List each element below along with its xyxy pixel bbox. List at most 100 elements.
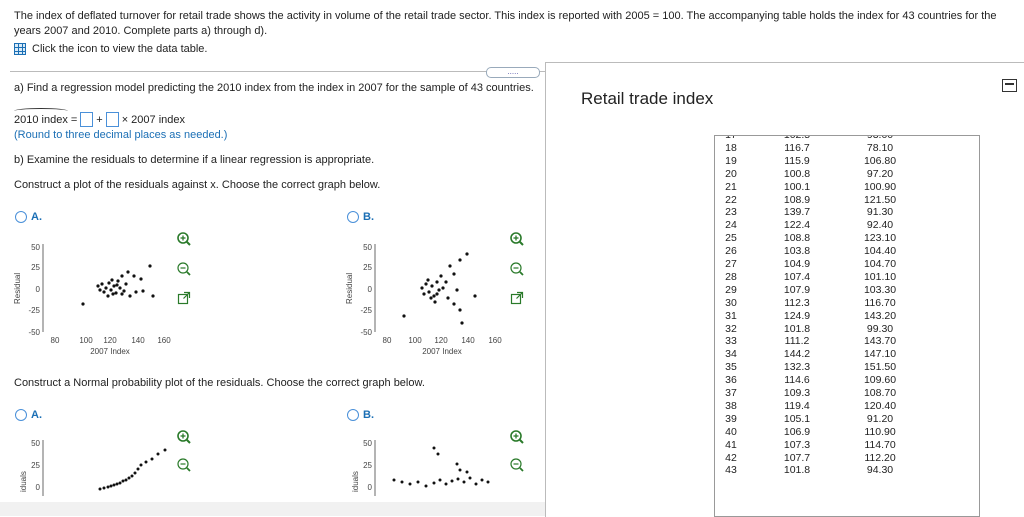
index-2007-cell: 132.3 (783, 361, 811, 374)
row-number-cell: 40 (725, 425, 737, 438)
zoom-out-icon[interactable] (176, 261, 192, 277)
table-row: 33 111.2 143.70 (715, 335, 979, 348)
row-number-cell: 18 (725, 141, 737, 154)
residual-option-b[interactable]: B. (347, 211, 374, 223)
index-2010-cell: 114.70 (864, 438, 896, 451)
row-number-cell: 33 (725, 335, 737, 348)
y-tick: 50 (31, 439, 40, 448)
zoom-in-icon[interactable] (509, 429, 525, 445)
x-tick: 100 (408, 336, 422, 345)
row-number-cell: 42 (725, 451, 737, 464)
y-tick: 0 (368, 483, 373, 492)
radio-button[interactable] (15, 409, 27, 421)
table-row: 37 109.3 108.70 (715, 387, 979, 400)
index-2010-cell: 99.30 (866, 322, 894, 335)
index-2007-cell: 104.9 (783, 258, 811, 270)
y-tick: -50 (28, 328, 40, 337)
y-tick: 25 (31, 263, 40, 272)
data-table-panel: Retail trade index 17 102.5 93.00 18 116.7 78… (545, 62, 1024, 517)
zoom-in-icon[interactable] (176, 429, 192, 445)
table-row: 24 122.4 92.40 (715, 219, 979, 232)
enlarge-icon[interactable] (509, 290, 525, 306)
zoom-out-icon[interactable] (509, 457, 525, 473)
y-axis-label: Residual (345, 273, 354, 304)
data-table-icon[interactable] (14, 43, 26, 55)
index-2010-cell: 103.30 (863, 283, 897, 296)
table-row: 17 102.5 93.00 (715, 135, 979, 142)
table-row: 35 132.3 151.50 (715, 361, 979, 374)
normal-plot-b: iduals 50 25 0 (351, 439, 490, 496)
row-number-cell: 28 (725, 270, 737, 283)
index-2010-cell: 123.10 (863, 232, 897, 245)
row-number-cell: 17 (725, 135, 737, 141)
index-2010-cell: 94.30 (866, 464, 894, 477)
part-c-instruction: Construct a Normal probability plot of t… (14, 377, 425, 389)
option-letter: A. (31, 409, 42, 421)
index-2010-cell: 106.80 (863, 154, 897, 167)
part-b-question: b) Examine the residuals to determine if… (14, 154, 375, 166)
row-number-cell: 23 (725, 206, 737, 219)
table-row: 41 107.3 114.70 (715, 439, 979, 452)
data-table-link-text[interactable]: Click the icon to view the data table. (32, 43, 207, 55)
zoom-in-icon[interactable] (176, 231, 192, 247)
table-row: 43 101.8 94.30 (715, 464, 979, 477)
slope-input[interactable] (105, 112, 119, 127)
row-number-cell: 19 (725, 154, 737, 167)
row-number-cell: 20 (725, 167, 737, 180)
y-tick: -25 (360, 306, 372, 315)
table-row: 30 112.3 116.70 (715, 297, 979, 310)
y-tick: -25 (28, 306, 40, 315)
y-tick: 50 (31, 243, 40, 252)
zoom-out-icon[interactable] (176, 457, 192, 473)
data-table-link[interactable]: Click the icon to view the data table. (14, 43, 207, 55)
index-2007-cell: 139.7 (783, 206, 811, 219)
radio-button[interactable] (347, 409, 359, 421)
zoom-in-icon[interactable] (509, 231, 525, 247)
index-2010-cell: 97.20 (866, 167, 894, 180)
minimize-icon[interactable] (1002, 79, 1017, 92)
y-axis-label: iduals (19, 471, 28, 492)
part-b-instruction: Construct a plot of the residuals agains… (14, 179, 381, 191)
enlarge-icon[interactable] (176, 290, 192, 306)
row-number-cell: 25 (725, 232, 737, 245)
index-2010-cell: 143.70 (863, 335, 897, 348)
table-row: 21 100.1 100.90 (715, 181, 979, 194)
zoom-out-icon[interactable] (509, 261, 525, 277)
panel-title: Retail trade index (581, 89, 714, 108)
index-2007-cell: 111.2 (784, 335, 810, 348)
table-row: 39 105.1 91.20 (715, 413, 979, 426)
y-tick: 25 (363, 263, 372, 272)
index-2010-cell: 101.10 (863, 270, 897, 283)
table-row: 19 115.9 106.80 (715, 155, 979, 168)
index-2007-cell: 108.9 (783, 193, 811, 206)
index-2007-cell: 100.8 (783, 167, 811, 180)
option-letter: B. (363, 409, 374, 421)
index-2010-cell: 108.70 (863, 387, 897, 399)
row-number-cell: 24 (725, 219, 737, 232)
index-2010-cell: 104.40 (863, 245, 897, 258)
residual-plot-b: Residual 50 25 0 -25 -50 80 100 120 140 … (345, 243, 502, 356)
x-tick: 80 (383, 336, 392, 345)
normal-option-a[interactable]: A. (15, 409, 42, 421)
x-tick: 160 (157, 336, 171, 345)
expand-pill[interactable]: ..... (486, 67, 540, 78)
index-2010-cell: 112.20 (864, 451, 896, 464)
table-row: 40 106.9 110.90 (715, 426, 979, 439)
table-row: 27 104.9 104.70 (715, 258, 979, 271)
x-tick: 140 (461, 336, 475, 345)
index-2007-cell: 106.9 (783, 425, 811, 438)
table-row: 20 100.8 97.20 (715, 168, 979, 181)
row-number-cell: 29 (725, 283, 737, 296)
horizontal-scrollbar[interactable] (0, 502, 545, 516)
radio-button[interactable] (347, 211, 359, 223)
index-2010-cell: 116.70 (864, 296, 896, 309)
intercept-input[interactable] (80, 112, 94, 127)
index-2007-cell: 119.4 (784, 399, 810, 412)
x-tick: 100 (79, 336, 93, 345)
data-table[interactable]: 17 102.5 93.00 18 116.7 78.10 19 115.9 106.80 20 1… (714, 135, 980, 517)
intro-line-1: The index of deflated turnover for retai… (14, 10, 997, 22)
residual-option-a[interactable]: A. (15, 211, 42, 223)
normal-option-b[interactable]: B. (347, 409, 374, 421)
x-tick: 120 (434, 336, 448, 345)
radio-button[interactable] (15, 211, 27, 223)
